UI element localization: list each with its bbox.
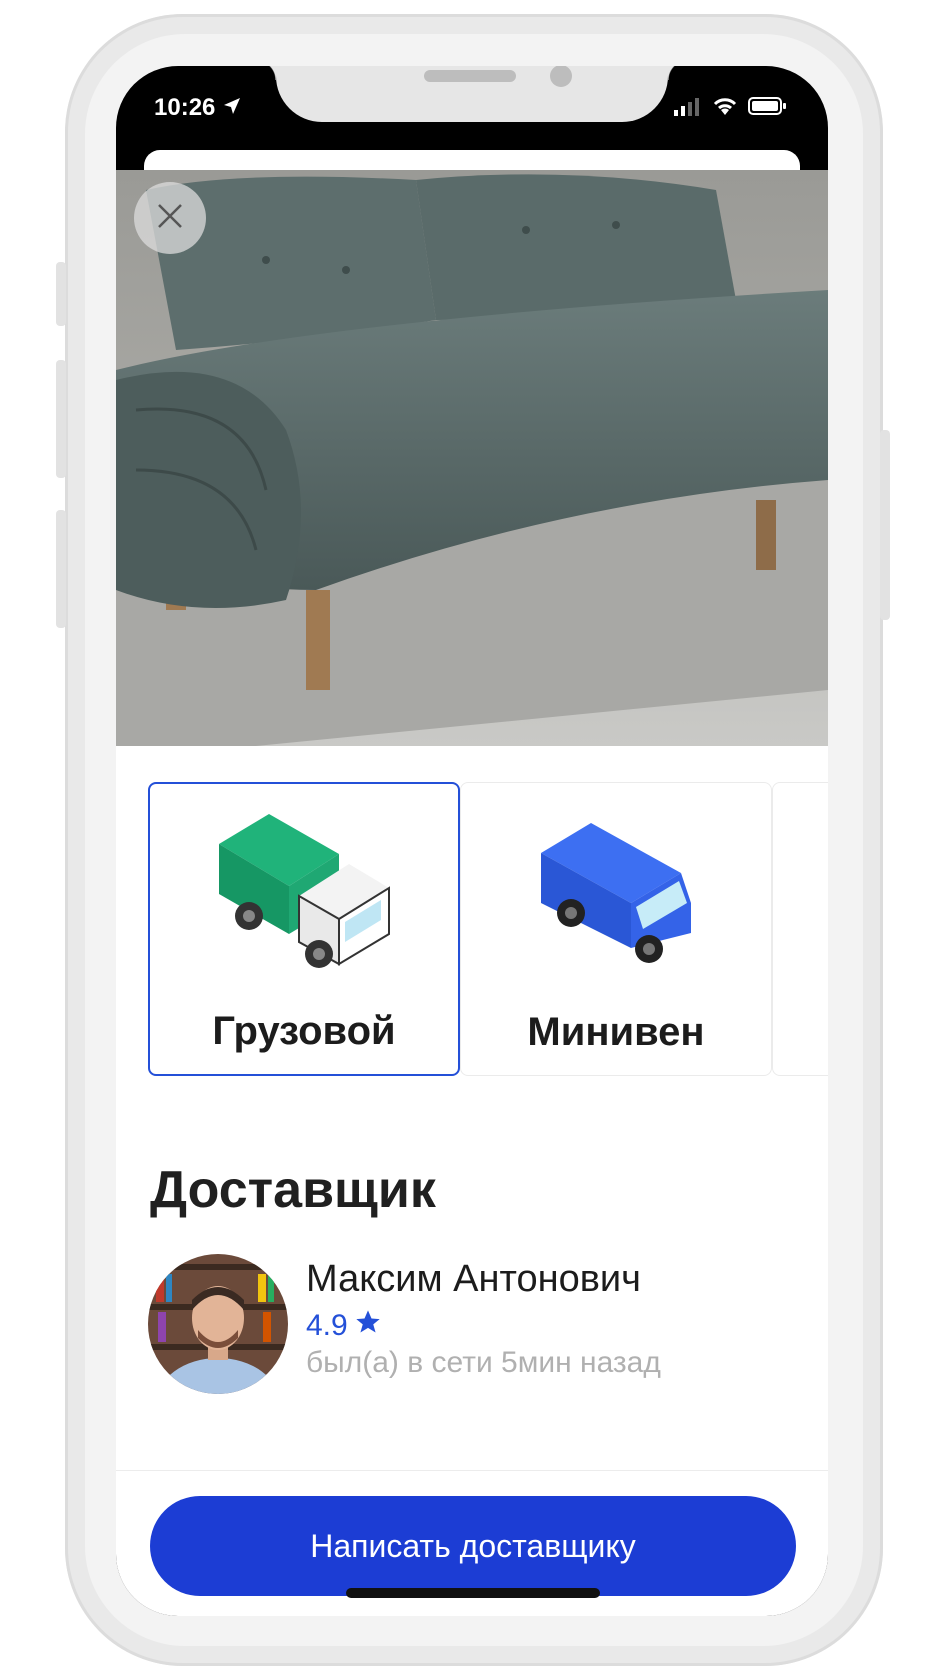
message-courier-button[interactable]: Написать доставщику — [150, 1496, 796, 1596]
mute-switch — [56, 262, 66, 326]
close-icon — [155, 201, 185, 236]
status-time: 10:26 — [154, 94, 242, 123]
divider — [116, 1470, 828, 1471]
volume-down-button — [56, 510, 66, 628]
vehicle-card-minivan[interactable]: Минивен — [460, 782, 772, 1076]
courier-rating: 4.9 — [306, 1308, 382, 1344]
minivan-icon — [521, 803, 711, 978]
section-title-courier: Доставщик — [150, 1161, 436, 1219]
courier-last-seen: был(а) в сети 5мин назад — [306, 1346, 661, 1379]
signal-icon — [674, 96, 702, 121]
close-button[interactable] — [134, 182, 206, 254]
item-photo — [116, 170, 828, 746]
vehicle-label: Минивен — [527, 1010, 705, 1054]
courier-name: Максим Антонович — [306, 1258, 641, 1300]
vehicle-label: Грузовой — [212, 1009, 396, 1053]
front-camera — [550, 66, 572, 87]
notch — [256, 66, 688, 122]
message-courier-label: Написать доставщику — [310, 1527, 636, 1564]
battery-icon — [748, 96, 788, 121]
status-icons — [674, 96, 788, 121]
order-sheet: Грузовой Минивен Доставщик Максим Антоно… — [116, 170, 828, 1616]
location-arrow-icon — [222, 95, 242, 123]
home-indicator[interactable] — [346, 1588, 600, 1598]
vehicle-card-next[interactable] — [772, 782, 828, 1076]
truck-icon — [209, 804, 399, 979]
power-button — [880, 430, 890, 620]
courier-avatar[interactable] — [148, 1254, 288, 1394]
star-icon — [354, 1308, 382, 1344]
volume-up-button — [56, 360, 66, 478]
wifi-icon — [712, 96, 738, 121]
speaker-grille — [424, 70, 516, 82]
screen: 10:26 Грузовой Минивен Доставщик Максим … — [116, 66, 828, 1616]
status-time-text: 10:26 — [154, 94, 216, 121]
rating-value: 4.9 — [306, 1309, 348, 1342]
vehicle-card-truck[interactable]: Грузовой — [148, 782, 460, 1076]
